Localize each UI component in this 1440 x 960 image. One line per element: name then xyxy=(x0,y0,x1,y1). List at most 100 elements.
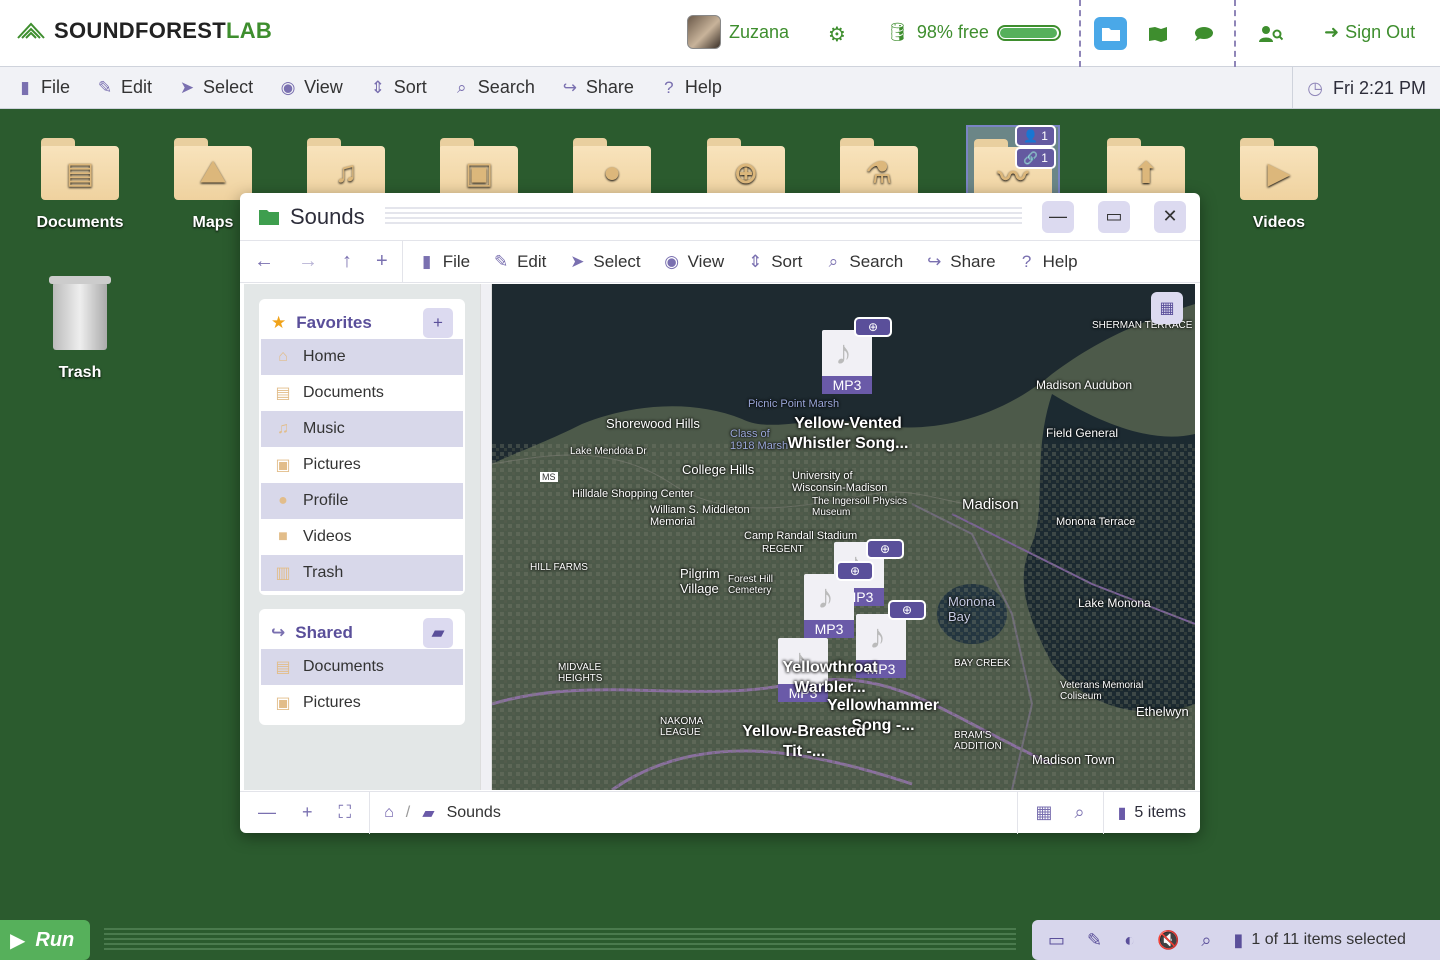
menu-edit[interactable]: ✎ Edit xyxy=(83,77,165,98)
add-icon[interactable]: + xyxy=(376,250,388,273)
window-menu: ▮ File ✎ Edit ➤ Select ◉ View ⇕ Sort ⌕ Search … xyxy=(407,252,1089,272)
sidebar-item-music[interactable]: ♫ Music xyxy=(261,411,463,447)
menu-select[interactable]: ➤ Select xyxy=(165,77,266,98)
win-menu-sort[interactable]: ⇕ Sort xyxy=(735,252,813,272)
map-file-marker[interactable]: MP3 xyxy=(804,574,854,638)
desktop-folder-documents[interactable]: ▤ Documents xyxy=(20,138,140,232)
mute-icon[interactable]: 🔇 xyxy=(1157,930,1179,951)
add-favorite-button[interactable]: + xyxy=(423,308,453,338)
logo-text-b: LAB xyxy=(225,18,273,43)
sidebar-item-profile[interactable]: ● Profile xyxy=(261,483,463,519)
win-menu-edit[interactable]: ✎ Edit xyxy=(481,252,557,272)
folder-view-button[interactable] xyxy=(1094,17,1127,50)
breadcrumb-separator: / xyxy=(405,803,411,821)
menu-help[interactable]: ? Help xyxy=(647,77,735,98)
document-icon: ▤ xyxy=(275,659,291,676)
drag-handle[interactable] xyxy=(384,206,1022,227)
fit-screen-icon[interactable]: ⛶ xyxy=(339,802,352,823)
close-button[interactable]: ✕ xyxy=(1154,200,1186,233)
image-icon: ▣ xyxy=(275,695,291,712)
user-menu[interactable]: Zuzana xyxy=(687,15,789,49)
home-icon[interactable]: ⌂ xyxy=(384,804,394,822)
win-menu-view[interactable]: ◉ View xyxy=(652,252,736,272)
person-icon: ● xyxy=(278,492,288,509)
cursor-icon: ➤ xyxy=(179,77,195,97)
menu-file[interactable]: ▮ File xyxy=(0,77,83,98)
up-arrow-icon[interactable]: ↑ xyxy=(342,250,352,273)
sign-out-button[interactable]: ➜ Sign Out xyxy=(1324,22,1415,43)
sidebar-item-label: Videos xyxy=(303,528,352,545)
contrast-icon[interactable]: ◐ xyxy=(1124,930,1135,951)
zoom-icon[interactable]: ⌕ xyxy=(1201,930,1211,951)
menu-sort[interactable]: ⇕ Sort xyxy=(356,77,440,98)
menu-view[interactable]: ◉ View xyxy=(266,77,356,98)
folder-icon: ● xyxy=(573,138,651,200)
map-label: Veterans Memorial Coliseum xyxy=(1060,680,1144,702)
storage-bar xyxy=(996,24,1061,41)
sidebar-shared-pictures[interactable]: ▣ Pictures xyxy=(261,685,463,721)
window-title-bar[interactable]: Sounds — ▭ ✕ xyxy=(240,193,1200,241)
win-menu-share[interactable]: ↪ Share xyxy=(914,252,1006,272)
sidebar-item-label: Documents xyxy=(303,658,384,675)
forward-arrow-icon[interactable]: → xyxy=(298,250,318,273)
drag-handle[interactable] xyxy=(104,928,1016,952)
maximize-button[interactable]: ▭ xyxy=(1098,200,1130,233)
win-menu-file[interactable]: ▮ File xyxy=(407,252,481,272)
zoom-controls: — + ⛶ xyxy=(240,791,371,834)
desktop-trash[interactable]: Trash xyxy=(20,276,140,382)
sidebar-shared-documents[interactable]: ▤ Documents xyxy=(261,649,463,685)
desktop-folder-videos[interactable]: ▶ Videos xyxy=(1219,138,1339,232)
menu-share[interactable]: ↪ Share xyxy=(548,77,647,98)
menu-sort-label: Sort xyxy=(393,77,427,97)
map-label: Forest Hill Cemetery xyxy=(728,574,774,596)
win-menu-search[interactable]: ⌕ Search xyxy=(813,252,914,272)
run-button[interactable]: ▶ Run xyxy=(0,920,90,960)
menu-search[interactable]: ⌕ Search xyxy=(440,77,548,98)
menu-sort-label: Sort xyxy=(771,251,803,271)
sidebar-item-label: Home xyxy=(303,348,346,365)
map-file-label[interactable]: Yellow-Breasted Tit -... xyxy=(742,722,866,762)
zoom-in-icon[interactable]: + xyxy=(302,802,313,823)
map-view-button[interactable] xyxy=(1141,17,1174,50)
map-file-label[interactable]: Yellow-Vented Whistler Song... xyxy=(778,414,918,454)
divider xyxy=(1079,0,1081,67)
user-search-button[interactable] xyxy=(1254,17,1287,50)
zoom-out-icon[interactable]: — xyxy=(258,802,276,823)
map-file-label[interactable]: Yellowthroat Warbler... xyxy=(770,658,890,698)
brush-icon[interactable]: ✎ xyxy=(1087,930,1102,951)
folder-icon: ⚗ xyxy=(840,138,918,200)
menu-share-label: Share xyxy=(950,251,996,271)
share-icon: ↪ xyxy=(271,623,286,642)
open-shared-button[interactable]: ▰ xyxy=(423,618,453,648)
trash-icon xyxy=(49,276,111,350)
back-arrow-icon[interactable]: ← xyxy=(254,250,274,273)
map-view[interactable]: SHERMAN TERRACE Madison Audubon Shorewoo… xyxy=(492,284,1195,790)
file-icon: ▮ xyxy=(1117,804,1127,822)
map-file-marker[interactable]: MP3 xyxy=(822,330,872,394)
menu-view-label: View xyxy=(304,77,343,97)
gear-icon[interactable]: ⚙ xyxy=(828,22,846,47)
folder-icon: ♫ xyxy=(307,138,385,200)
grid-view-icon[interactable]: ▦ xyxy=(1036,802,1053,823)
sidebar-item-videos[interactable]: ■ Videos xyxy=(261,519,463,555)
breadcrumb-current[interactable]: Sounds xyxy=(447,804,501,822)
sort-icon: ⇕ xyxy=(370,77,385,97)
win-menu-help[interactable]: ? Help xyxy=(1007,252,1089,272)
zoom-search-icon[interactable]: ⌕ xyxy=(1075,802,1085,823)
minimize-button[interactable]: — xyxy=(1042,200,1074,233)
menu-view-label: View xyxy=(687,251,725,271)
sidebar-item-documents[interactable]: ▤ Documents xyxy=(261,375,463,411)
chat-button[interactable] xyxy=(1187,17,1220,50)
minimize-icon: — xyxy=(1049,206,1067,226)
sidebar-item-trash[interactable]: ▥ Trash xyxy=(261,555,463,591)
map-layer-button[interactable]: ▦ xyxy=(1151,292,1183,324)
sidebar-item-pictures[interactable]: ▣ Pictures xyxy=(261,447,463,483)
desktop-label: Maps xyxy=(192,214,234,231)
sidebar-item-home[interactable]: ⌂ Home xyxy=(261,339,463,375)
sign-out-label: Sign Out xyxy=(1345,22,1416,42)
sidebar-item-label: Pictures xyxy=(303,694,361,711)
sidebar-resize-handle[interactable] xyxy=(480,284,492,790)
app-logo[interactable]: SOUNDFOREST LAB xyxy=(16,18,272,44)
monitor-icon[interactable]: ▭ xyxy=(1048,930,1065,951)
win-menu-select[interactable]: ➤ Select xyxy=(557,252,651,272)
